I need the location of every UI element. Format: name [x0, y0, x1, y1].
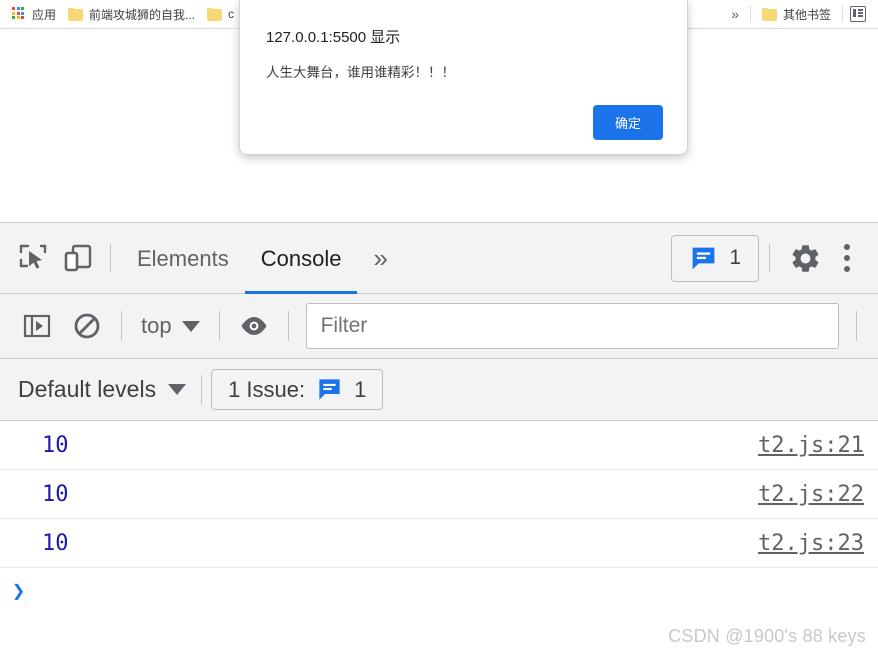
devtools-divider: [769, 244, 770, 272]
alert-actions: 确定: [592, 105, 663, 140]
alert-origin-text: 127.0.0.1:5500 显示: [266, 29, 401, 46]
message-icon: [692, 247, 715, 269]
console-context-selector[interactable]: top: [131, 313, 210, 339]
console-log-source-link[interactable]: t2.js:22: [758, 482, 864, 507]
bookmark-folder-1-label: 前端攻城狮的自我...: [89, 7, 196, 22]
watermark-text: CSDN @1900's 88 keys: [668, 626, 866, 646]
console-log-row[interactable]: 10 t2.js:22: [0, 470, 878, 519]
issues-summary-count: 1: [354, 376, 367, 402]
tab-console[interactable]: Console: [245, 223, 358, 294]
folder-icon: [761, 7, 777, 21]
alert-message-text: 人生大舞台，谁用谁精彩！！！: [266, 64, 455, 80]
kebab-menu-icon[interactable]: [830, 235, 864, 281]
bookmarks-divider: [842, 6, 843, 22]
inspect-element-icon[interactable]: [12, 236, 56, 280]
console-log-value: 10: [42, 530, 69, 556]
other-bookmarks-label: 其他书签: [782, 7, 831, 22]
issues-summary-button[interactable]: 1 Issue: 1: [211, 369, 384, 410]
device-toolbar-icon[interactable]: [56, 236, 100, 280]
console-message-list[interactable]: 10 t2.js:21 10 t2.js:22 10 t2.js:23 ❯ CS…: [0, 421, 878, 655]
console-log-row[interactable]: 10 t2.js:21: [0, 421, 878, 470]
log-levels-selector[interactable]: Default levels: [12, 376, 192, 403]
apps-grid-icon: [12, 7, 26, 21]
levels-toolbar-divider: [201, 374, 203, 405]
live-expression-eye-icon[interactable]: [229, 301, 279, 351]
console-filter-toolbar: top: [0, 294, 878, 359]
console-log-value: 10: [42, 432, 69, 458]
bookmarks-overflow-icon[interactable]: »: [724, 4, 745, 24]
bookmark-folder-2[interactable]: c: [201, 4, 240, 24]
alert-ok-button[interactable]: 确定: [592, 105, 663, 140]
console-levels-toolbar: Default levels 1 Issue: 1: [0, 359, 878, 421]
console-log-source-link[interactable]: t2.js:23: [758, 531, 864, 556]
javascript-alert-dialog: 127.0.0.1:5500 显示 人生大舞台，谁用谁精彩！！！ 确定: [239, 0, 688, 155]
issues-badge-button[interactable]: 1: [671, 234, 759, 282]
console-prompt-row[interactable]: ❯: [0, 568, 878, 614]
log-levels-label: Default levels: [18, 376, 157, 402]
console-toolbar-divider: [218, 311, 220, 341]
devtools-panel: Elements Console » 1 top Filter Default …: [0, 222, 878, 655]
console-log-value: 10: [42, 481, 69, 507]
bookmark-folder-1[interactable]: 前端攻城狮的自我...: [62, 3, 201, 26]
issues-badge-count: 1: [729, 246, 741, 269]
console-context-label: top: [141, 313, 172, 338]
devtools-divider: [110, 244, 111, 272]
console-filter-input[interactable]: [305, 303, 839, 349]
clear-console-icon[interactable]: [62, 301, 112, 351]
browser-window: 应用 前端攻城狮的自我... c » 其他书签 127.0.0.1:5500 显…: [0, 0, 878, 655]
folder-icon: [207, 7, 223, 21]
bookmark-other-bookmarks[interactable]: 其他书签: [756, 3, 837, 26]
bookmark-apps-label: 应用: [32, 7, 57, 22]
message-icon: [319, 379, 340, 400]
devtools-tabbar: Elements Console » 1: [0, 223, 878, 294]
bookmark-apps[interactable]: 应用: [6, 3, 62, 26]
console-prompt-input[interactable]: [35, 579, 878, 603]
console-log-row[interactable]: 10 t2.js:23: [0, 519, 878, 568]
more-tabs-icon[interactable]: »: [357, 243, 400, 274]
reading-list-icon[interactable]: [850, 6, 866, 22]
tab-elements[interactable]: Elements: [121, 223, 245, 294]
console-toolbar-divider: [287, 311, 289, 341]
issues-summary-text: 1 Issue:: [228, 376, 306, 402]
console-sidebar-icon[interactable]: [12, 301, 62, 351]
bookmark-folder-2-label: c: [228, 7, 235, 21]
console-log-source-link[interactable]: t2.js:21: [758, 433, 864, 458]
chevron-down-icon: [181, 320, 200, 332]
page-viewport: 127.0.0.1:5500 显示 人生大舞台，谁用谁精彩！！！ 确定: [0, 0, 878, 222]
gear-icon[interactable]: [780, 233, 830, 283]
bookmarks-divider: [749, 6, 751, 22]
console-prompt-caret-icon: ❯: [12, 578, 26, 604]
console-toolbar-divider: [121, 311, 122, 341]
folder-icon: [68, 7, 84, 21]
chevron-down-icon: [168, 384, 187, 395]
console-toolbar-divider: [856, 311, 857, 341]
